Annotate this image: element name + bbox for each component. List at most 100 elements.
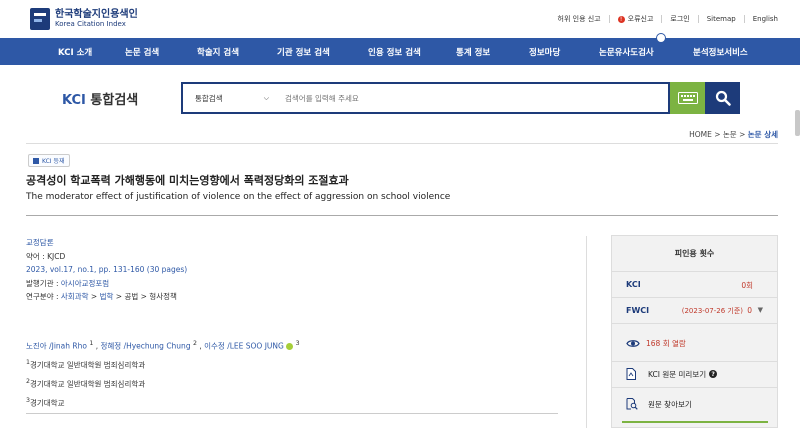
volume-link[interactable]: 2023, vol.17, no.1, pp. 131-160 (30 page… <box>26 263 187 277</box>
journal-link[interactable]: 교정담론 <box>26 236 187 250</box>
divider <box>26 215 778 216</box>
error-report-label: 오류신고 <box>627 15 654 23</box>
false-citation-report-link[interactable]: 허위 인용 신고 <box>558 14 601 24</box>
author-list: 노진아 /Jinah Rho 1 , 정혜정 /Hyechung Chung 2… <box>26 336 300 355</box>
publisher-row: 발행기관 : 아시아교정포럼 <box>26 277 187 291</box>
logo-mark-icon <box>30 8 50 30</box>
divider <box>743 15 745 23</box>
breadcrumb-section[interactable]: 논문 <box>723 130 737 139</box>
field-rest: > 공법 > 형사정책 <box>113 292 177 301</box>
divider <box>612 361 777 362</box>
orcid-icon[interactable] <box>286 342 294 350</box>
utility-links: 허위 인용 신고 ! 오류신고 로그인 Sitemap English <box>558 14 778 24</box>
find-original-label: 원문 찾아보기 <box>648 399 692 409</box>
kci-badge-icon <box>33 157 39 164</box>
column-divider <box>586 236 587 428</box>
affiliation-1: 1경기대학교 일반대학원 범죄심리학과 <box>26 355 300 374</box>
affiliation-2: 2경기대학교 일반대학원 범죄심리학과 <box>26 374 300 393</box>
search-logo-suffix: 통합검색 <box>90 93 139 108</box>
article-meta: 교정담론 약어 : KJCD 2023, vol.17, no.1, pp. 1… <box>26 236 187 304</box>
journal-abbr: 약어 : KJCD <box>26 251 66 261</box>
citation-panel: 피인용 횟수 KCI 0회 FWCI (2023-07-26 기준) 0 ▼ 1… <box>611 235 778 428</box>
citation-count-title: 피인용 횟수 <box>674 249 715 258</box>
integrated-search-logo[interactable]: KCI 통합검색 <box>62 89 138 108</box>
fwci-row[interactable]: FWCI (2023-07-26 기준) 0 ▼ <box>612 297 777 322</box>
badge-label: KCI 등재 <box>42 158 65 165</box>
field-law-link[interactable]: 법학 <box>100 292 114 301</box>
sitemap-link[interactable]: Sitemap <box>707 15 736 23</box>
kci-citation-count[interactable]: 0회 <box>741 280 753 291</box>
kci-preview-label: KCI 원문 미리보기 <box>648 369 707 379</box>
kci-preview-button[interactable]: KCI 원문 미리보기 ? <box>626 368 718 380</box>
aff-text-2: 경기대학교 일반대학원 범죄심리학과 <box>29 379 146 389</box>
search-scope-select[interactable]: 통합검색 ⌵ <box>183 84 275 112</box>
divider <box>612 387 777 388</box>
article-title-en: The moderator effect of justification of… <box>26 192 451 202</box>
divider <box>612 323 777 324</box>
search-box: 통합검색 ⌵ <box>181 82 670 114</box>
nav-item-analysis-service[interactable]: 분석정보서비스 <box>693 46 748 58</box>
divider <box>26 413 558 414</box>
publisher-label: 발행기관 : <box>26 278 61 288</box>
fwci-value: 0 <box>747 306 752 315</box>
nav-item-citation-search[interactable]: 인용 정보 검색 <box>368 46 421 58</box>
chevron-down-icon: ⌵ <box>263 94 269 102</box>
scrollbar-thumb[interactable] <box>795 110 800 136</box>
field-row: 연구분야 : 사회과학 > 법학 > 공법 > 형사정책 <box>26 290 187 304</box>
divider <box>661 15 663 23</box>
nav-item-journal-search[interactable]: 학술지 검색 <box>197 46 239 58</box>
error-report-link[interactable]: ! 오류신고 <box>617 14 654 24</box>
magnifier-icon <box>656 33 666 43</box>
site-logo[interactable]: 한국학술지인용색인 Korea Citation Index <box>30 8 138 30</box>
publisher-link[interactable]: 아시아교정포럼 <box>61 279 109 288</box>
divider <box>697 15 699 23</box>
author-sup-3: 3 <box>295 340 300 347</box>
login-link[interactable]: 로그인 <box>670 14 689 24</box>
article-title-ko: 공격성이 학교폭력 가해행동에 미치는영향에서 폭력정당화의 조절효과 <box>26 174 349 187</box>
fwci-date: (2023-07-26 기준) <box>681 307 743 315</box>
nav-item-similarity-check[interactable]: 논문유사도검사 <box>599 46 654 58</box>
field-separator: > <box>88 292 100 301</box>
authors: 노진아 /Jinah Rho 1 , 정혜정 /Hyechung Chung 2… <box>26 336 300 412</box>
author-link-2[interactable]: 정혜정 /Hyechung Chung <box>100 342 190 351</box>
search-logo-prefix: KCI <box>62 93 86 108</box>
author-link-1[interactable]: 노진아 /Jinah Rho <box>26 342 87 351</box>
logo-name-ko: 한국학술지인용색인 <box>55 9 138 20</box>
field-social-science-link[interactable]: 사회과학 <box>61 292 89 301</box>
nav-item-kci-intro[interactable]: KCI 소개 <box>58 46 92 58</box>
search-button[interactable] <box>705 82 740 114</box>
kci-label: KCI <box>626 280 641 289</box>
accent-line <box>622 421 768 423</box>
alert-icon: ! <box>617 16 625 23</box>
breadcrumb-separator: > <box>736 130 748 139</box>
breadcrumb: HOME > 논문 > 논문 상세 <box>689 129 778 140</box>
nav-item-institution-search[interactable]: 기관 정보 검색 <box>277 46 330 58</box>
logo-name-en: Korea Citation Index <box>55 20 126 28</box>
search-icon <box>715 90 731 106</box>
find-original-button[interactable]: 원문 찾아보기 <box>626 398 692 410</box>
search-scope-value: 통합검색 <box>195 93 223 103</box>
kci-listed-badge: KCI 등재 <box>28 154 70 167</box>
view-count-text: 168 회 열람 <box>646 339 686 348</box>
divider <box>26 143 778 144</box>
top-bar: 한국학술지인용색인 Korea Citation Index 허위 인용 신고 … <box>0 0 800 38</box>
author-link-3[interactable]: 이수정 /LEE SOO JUNG <box>204 342 284 351</box>
search-area: KCI 통합검색 통합검색 ⌵ <box>0 65 800 123</box>
divider <box>608 15 610 23</box>
breadcrumb-separator: > <box>711 130 723 139</box>
english-link[interactable]: English <box>753 15 778 23</box>
aff-text-3: 경기대학교 <box>29 398 65 408</box>
document-search-icon <box>626 398 638 410</box>
breadcrumb-home[interactable]: HOME <box>689 130 712 139</box>
affiliation-3: 3경기대학교 <box>26 393 300 412</box>
nav-item-statistics[interactable]: 통계 정보 <box>456 46 490 58</box>
virtual-keyboard-button[interactable] <box>670 82 705 114</box>
search-input[interactable] <box>275 93 668 103</box>
view-count: 168 회 열람 <box>626 338 686 349</box>
nav-item-info[interactable]: 정보마당 <box>529 46 560 58</box>
eye-icon <box>626 340 640 347</box>
nav-item-article-search[interactable]: 논문 검색 <box>125 46 159 58</box>
aff-text-1: 경기대학교 일반대학원 범죄심리학과 <box>29 360 146 370</box>
pdf-document-icon <box>626 368 636 380</box>
help-icon[interactable]: ? <box>709 370 718 378</box>
